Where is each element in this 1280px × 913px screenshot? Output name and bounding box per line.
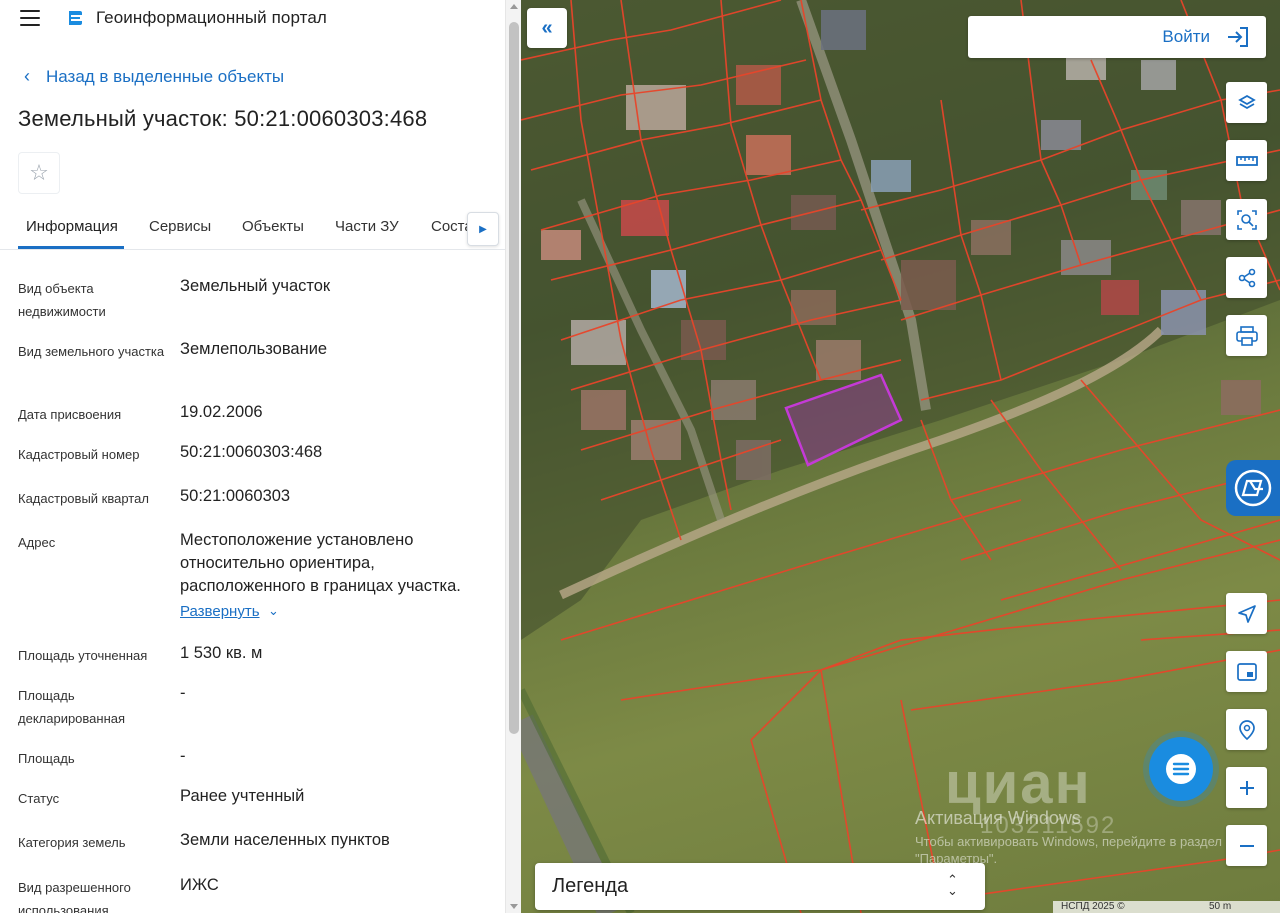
scroll-up-icon[interactable] bbox=[510, 4, 518, 9]
minimap-icon[interactable] bbox=[1226, 651, 1267, 692]
menu-icon[interactable] bbox=[20, 10, 40, 26]
top-bar: Геоинформационный портал bbox=[0, 0, 505, 38]
panel-scrollbar[interactable] bbox=[505, 0, 521, 913]
collapse-panel-button[interactable]: « bbox=[527, 8, 567, 48]
back-link-label: Назад в выделенные объекты bbox=[46, 66, 285, 86]
page-title: Земельный участок: 50:21:0060303:468 bbox=[18, 106, 428, 131]
label-parcel-kind: Вид земельного участка bbox=[18, 344, 165, 359]
login-icon bbox=[1228, 27, 1248, 47]
scrollbar-thumb[interactable] bbox=[509, 22, 519, 734]
value-cadastral-number: 50:21:0060303:468 bbox=[180, 443, 323, 461]
tab-services[interactable]: Сервисы bbox=[149, 218, 211, 235]
value-parcel-kind: Землепользование bbox=[180, 340, 328, 358]
portal-brand-icon bbox=[1234, 469, 1272, 507]
tab-objects[interactable]: Объекты bbox=[242, 218, 304, 235]
print-icon[interactable] bbox=[1226, 315, 1267, 356]
tab-bar: Информация Сервисы Объекты Части ЗУ Сост… bbox=[0, 208, 505, 250]
value-assign-date: 19.02.2006 bbox=[180, 403, 263, 421]
legend-label: Легенда bbox=[552, 875, 629, 897]
value-object-kind: Земельный участок bbox=[180, 277, 331, 295]
value-status: Ранее учтенный bbox=[180, 787, 305, 805]
services-brand-button[interactable] bbox=[1226, 460, 1280, 516]
portal-logo-icon bbox=[69, 11, 82, 25]
label-area-declared: Площадь декларированная bbox=[18, 688, 126, 726]
share-icon[interactable] bbox=[1226, 257, 1267, 298]
map-copyright: НСПД 2025 © 50 m bbox=[1053, 901, 1280, 913]
value-permitted-use: ИЖС bbox=[180, 876, 219, 894]
tab-information[interactable]: Информация bbox=[26, 218, 118, 235]
ruler-icon[interactable] bbox=[1226, 140, 1267, 181]
chevron-left-icon: ‹ bbox=[24, 66, 30, 86]
pin-search-icon[interactable] bbox=[1226, 709, 1267, 750]
label-land-category: Категория земель bbox=[18, 835, 126, 850]
cian-watermark: циан bbox=[945, 751, 1092, 816]
copyright-text: НСПД 2025 © bbox=[1061, 901, 1125, 912]
active-tab-indicator bbox=[18, 246, 124, 249]
tab-parts[interactable]: Части ЗУ bbox=[335, 218, 399, 235]
value-area: - bbox=[180, 747, 186, 765]
info-panel: Геоинформационный портал ‹ Назад в выдел… bbox=[0, 0, 505, 913]
label-assign-date: Дата присвоения bbox=[18, 407, 122, 422]
chevron-up-down-icon: ⌃ ⌄ bbox=[947, 872, 958, 898]
value-cadastral-quarter: 50:21:0060303 bbox=[180, 487, 291, 505]
layers-icon[interactable] bbox=[1226, 82, 1267, 123]
expand-address-link[interactable]: Развернуть bbox=[180, 603, 260, 620]
login-button[interactable]: Войти bbox=[968, 16, 1266, 58]
value-land-category: Земли населенных пунктов bbox=[180, 831, 390, 849]
app-title: Геоинформационный портал bbox=[96, 8, 327, 27]
tabs-scroll-right-icon[interactable]: ▶ bbox=[467, 212, 499, 246]
value-address: Местоположение установлено относительно … bbox=[180, 531, 461, 595]
chevron-down-icon[interactable]: ⌄ bbox=[268, 603, 279, 619]
legend-dropdown[interactable]: Легенда ⌃ ⌄ bbox=[535, 863, 985, 910]
search-area-icon[interactable] bbox=[1226, 199, 1267, 240]
label-object-kind: Вид объекта недвижимости bbox=[18, 281, 106, 319]
label-cadastral-number: Кадастровый номер bbox=[18, 447, 140, 462]
windows-activation-title: Активация Windows bbox=[915, 808, 1081, 828]
label-address: Адрес bbox=[18, 535, 56, 550]
value-area-declared: - bbox=[180, 684, 186, 702]
scroll-down-icon[interactable] bbox=[510, 904, 518, 909]
chat-button[interactable] bbox=[1149, 737, 1213, 801]
label-area-refined: Площадь уточненная bbox=[18, 648, 148, 663]
label-status: Статус bbox=[18, 791, 60, 806]
favorite-star-icon[interactable]: ☆ bbox=[18, 152, 60, 194]
label-cadastral-quarter: Кадастровый квартал bbox=[18, 491, 149, 506]
chat-icon bbox=[1166, 754, 1196, 784]
back-link[interactable]: ‹ Назад в выделенные объекты bbox=[24, 66, 284, 87]
zoom-in-icon[interactable] bbox=[1226, 767, 1267, 808]
windows-activation-text: Чтобы активировать Windows, перейдите в … bbox=[915, 834, 1222, 866]
login-label: Войти bbox=[1162, 27, 1210, 46]
location-icon[interactable] bbox=[1226, 593, 1267, 634]
label-permitted-use: Вид разрешенного использования bbox=[18, 880, 131, 913]
label-area: Площадь bbox=[18, 751, 75, 766]
map-scale: 50 m bbox=[1209, 901, 1232, 912]
value-area-refined: 1 530 кв. м bbox=[180, 644, 263, 662]
